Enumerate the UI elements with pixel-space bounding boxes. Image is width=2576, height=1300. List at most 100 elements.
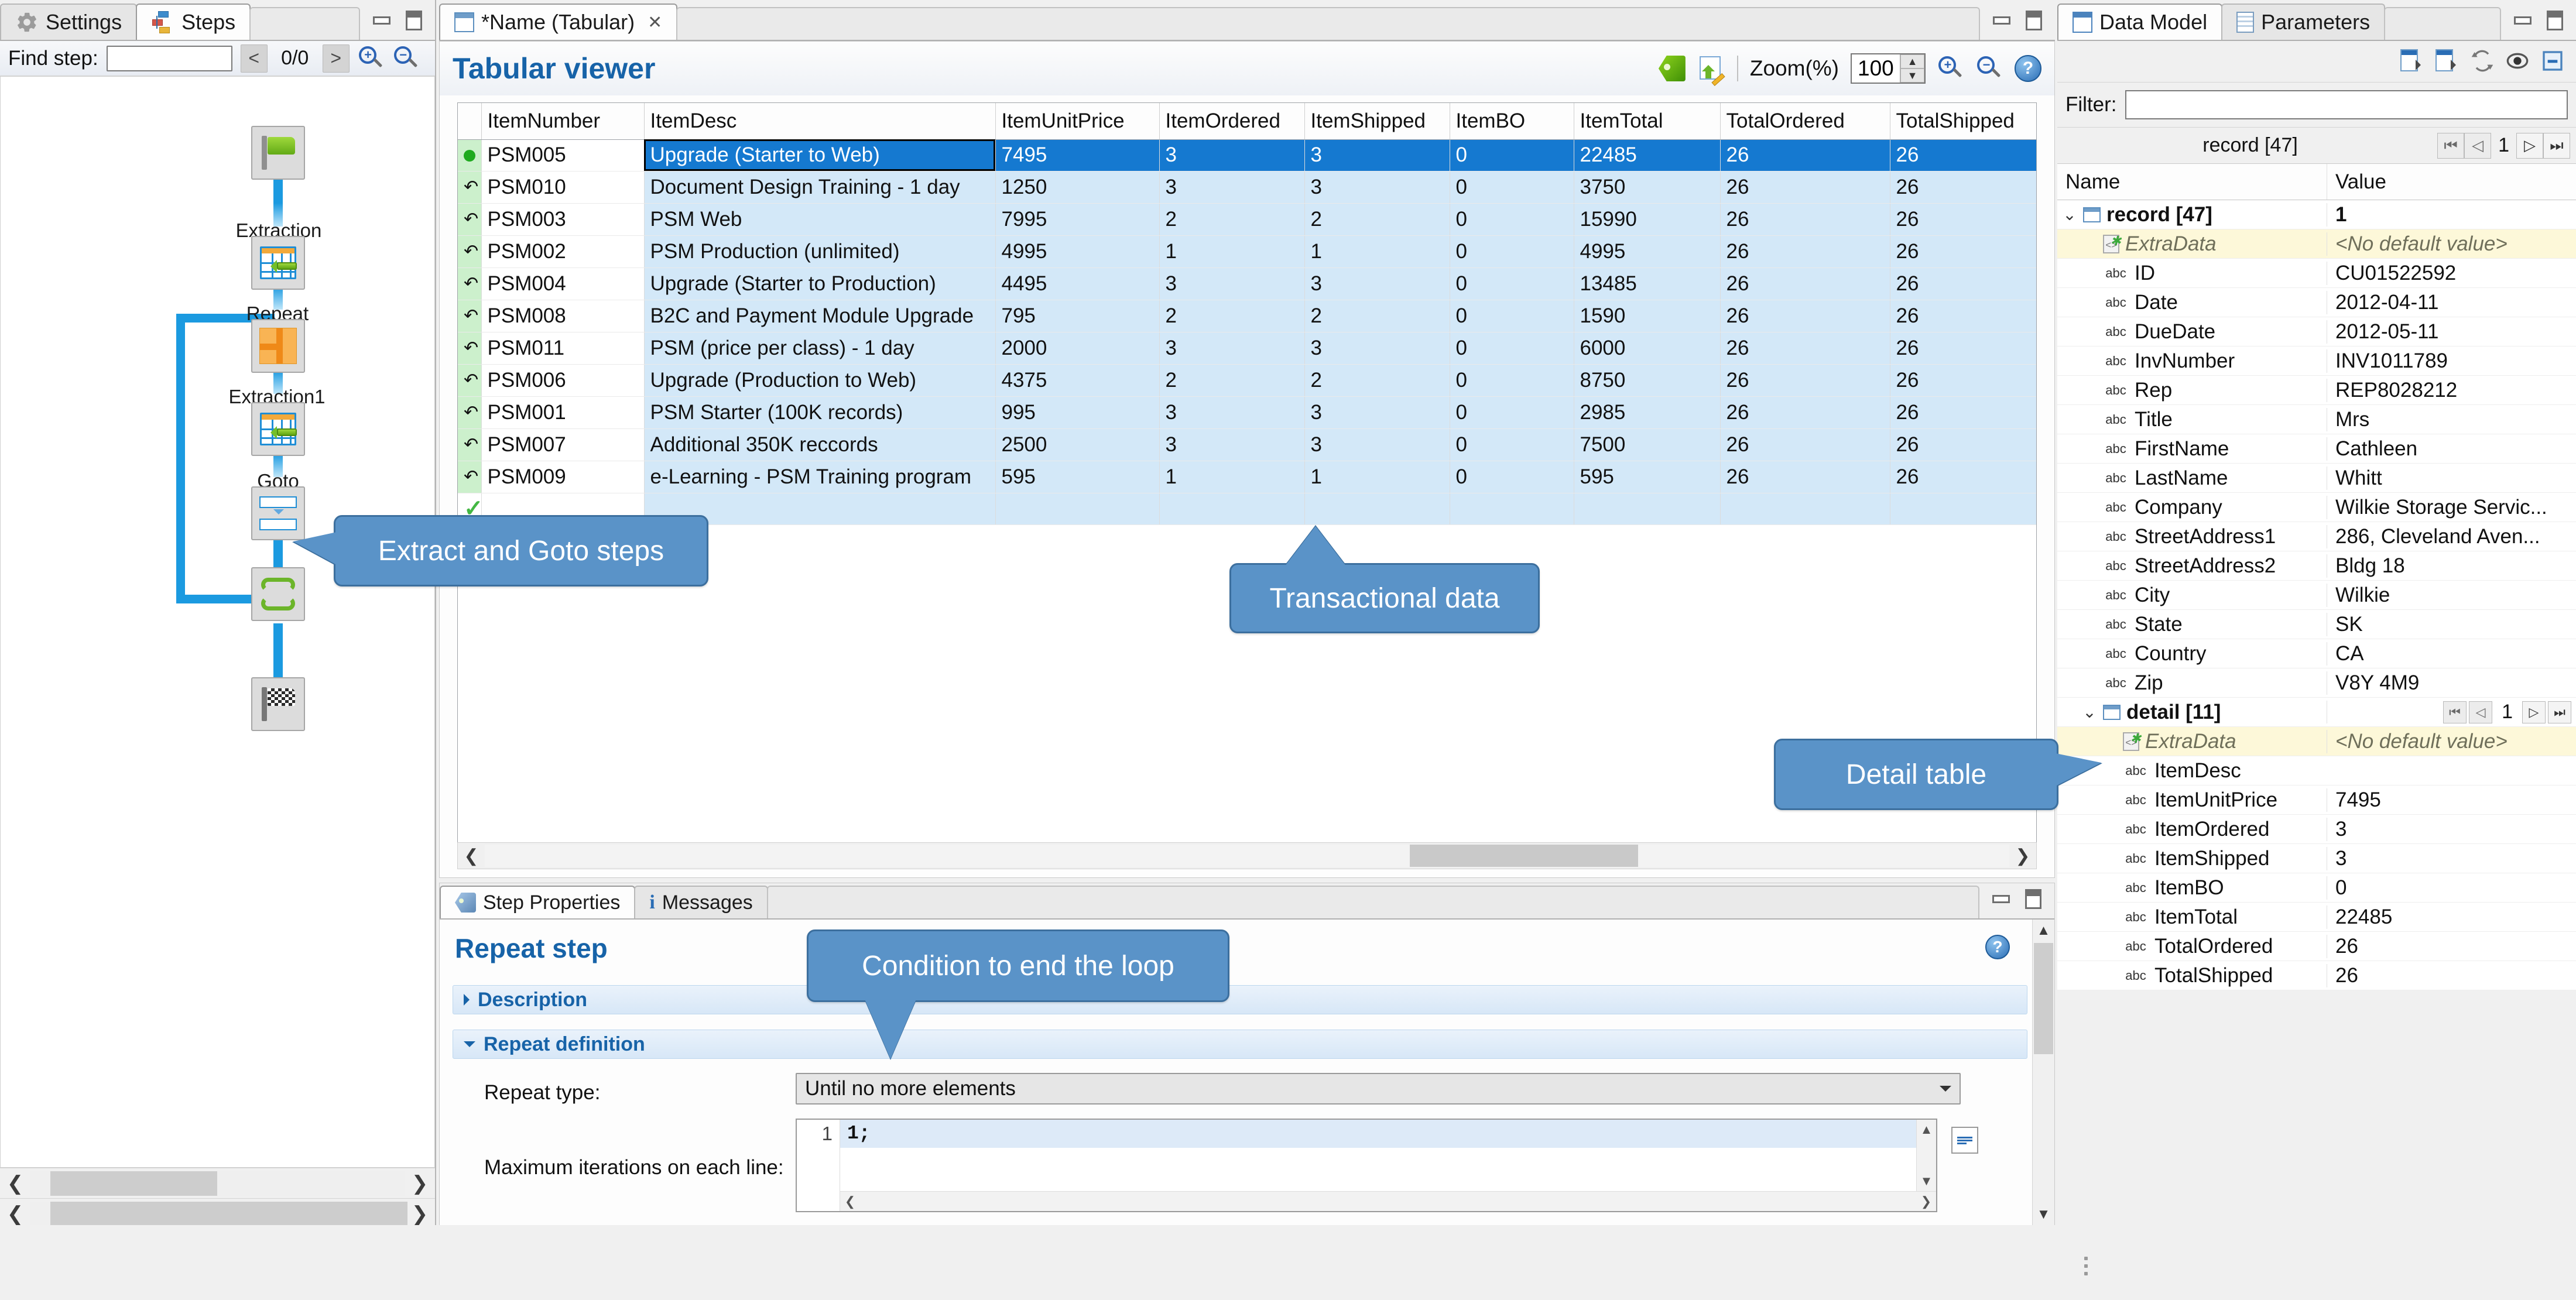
refresh-icon[interactable]	[2471, 49, 2495, 74]
maximize-icon[interactable]	[406, 11, 422, 30]
tree-item-value[interactable]: 7495	[2327, 788, 2576, 812]
cell-totalordered[interactable]: 26	[1720, 235, 1890, 268]
col-header-itemdesc[interactable]: ItemDesc	[644, 103, 996, 140]
tab-step-properties[interactable]: Step Properties	[440, 886, 636, 918]
tree-item-value[interactable]: 1	[2327, 203, 2576, 227]
cell-itemunitprice[interactable]: 1250	[995, 171, 1160, 204]
tree-item-value[interactable]: Wilkie Storage Servic...	[2327, 495, 2576, 519]
step-node-repeat[interactable]	[251, 319, 305, 373]
cell-totalordered[interactable]: 26	[1720, 139, 1890, 171]
steps-hscrollbar-outer[interactable]: ❮ ❯	[0, 1168, 435, 1198]
cell-totalshipped[interactable]: 26	[1890, 461, 2036, 493]
cell-itemshipped[interactable]: 3	[1304, 332, 1450, 365]
step-node-loop[interactable]	[251, 567, 305, 621]
cell-totalshipped[interactable]	[1890, 493, 2036, 525]
cell-itemnumber[interactable]: PSM008	[481, 300, 645, 332]
code-hscrollbar[interactable]: ❮ ❯	[840, 1191, 1936, 1211]
tab-messages[interactable]: i Messages	[634, 886, 768, 918]
col-header-itemtotal[interactable]: ItemTotal	[1574, 103, 1721, 140]
tree-leaf[interactable]: <> ✱ ExtraData <No default value>	[2057, 229, 2576, 259]
cell-totalordered[interactable]: 26	[1720, 267, 1890, 300]
cell-totalordered[interactable]: 26	[1720, 300, 1890, 332]
cell-itemnumber[interactable]: PSM005	[481, 139, 645, 171]
cell-itemordered[interactable]: 3	[1159, 332, 1305, 365]
tree-leaf[interactable]: abc ID CU01522592	[2057, 259, 2576, 288]
tree-leaf[interactable]: abc ItemOrdered 3	[2057, 815, 2576, 844]
cell-totalordered[interactable]: 26	[1720, 428, 1890, 461]
cell-itembo[interactable]: 0	[1450, 364, 1574, 397]
zoom-stepper-buttons[interactable]: ▲ ▼	[1900, 54, 1924, 83]
cell-itembo[interactable]: 0	[1450, 300, 1574, 332]
tree-item-value[interactable]: 2012-04-11	[2327, 290, 2576, 314]
cell-itemdesc[interactable]: PSM Production (unlimited)	[644, 235, 996, 268]
cell-itembo[interactable]: 0	[1450, 396, 1574, 429]
tree-leaf[interactable]: abc Rep REP8028212	[2057, 376, 2576, 405]
tree-leaf[interactable]: abc ItemShipped 3	[2057, 844, 2576, 873]
tree-item-value[interactable]: 26	[2327, 934, 2576, 958]
cell-itemtotal[interactable]: 3750	[1574, 171, 1721, 204]
cell-itemtotal[interactable]	[1574, 493, 1721, 525]
cell-itemshipped[interactable]: 2	[1304, 364, 1450, 397]
cell-totalshipped[interactable]: 26	[1890, 171, 2036, 204]
cell-itemshipped[interactable]: 3	[1304, 428, 1450, 461]
table-row[interactable]: ↶ PSM008 B2C and Payment Module Upgrade 795…	[458, 300, 2036, 332]
maximize-icon[interactable]	[2025, 889, 2041, 909]
cell-itembo[interactable]: 0	[1450, 428, 1574, 461]
cell-itemunitprice[interactable]: 595	[995, 461, 1160, 493]
scroll-down-icon[interactable]: ▼	[1917, 1171, 1936, 1191]
cell-itemtotal[interactable]: 13485	[1574, 267, 1721, 300]
tree-node[interactable]: ⌄ detail [11] ⏮ ◁ 1 ▷ ⏭	[2057, 698, 2576, 727]
tree-leaf[interactable]: abc FirstName Cathleen	[2057, 434, 2576, 464]
zoom-stepper[interactable]: ▲ ▼	[1851, 53, 1926, 84]
col-header-itemordered[interactable]: ItemOrdered	[1159, 103, 1305, 140]
find-step-input[interactable]	[106, 45, 232, 71]
tab-parameters[interactable]: Parameters	[2221, 4, 2386, 40]
cell-itemordered[interactable]: 3	[1159, 267, 1305, 300]
data-model-tree[interactable]: ⌄ record [47] 1 <> ✱ ExtraData <No default val…	[2057, 200, 2576, 990]
tree-leaf[interactable]: abc ItemBO 0	[2057, 873, 2576, 903]
first-record-button[interactable]: ⏮	[2437, 132, 2465, 159]
cell-itembo[interactable]: 0	[1450, 171, 1574, 204]
cell-itemordered[interactable]: 3	[1159, 396, 1305, 429]
tree-leaf[interactable]: abc DueDate 2012-05-11	[2057, 317, 2576, 347]
grid-hscrollbar[interactable]: ❮ ❯	[457, 842, 2037, 869]
scroll-track[interactable]	[30, 1201, 407, 1226]
find-prev-button[interactable]: <	[240, 44, 268, 73]
cell-totalshipped[interactable]: 26	[1890, 364, 2036, 397]
cell-totalordered[interactable]	[1720, 493, 1890, 525]
cell-itemordered[interactable]: 3	[1159, 139, 1305, 171]
cell-itemunitprice[interactable]: 7995	[995, 203, 1160, 236]
cell-itemnumber[interactable]: PSM006	[481, 364, 645, 397]
cell-itemnumber[interactable]: PSM004	[481, 267, 645, 300]
table-row[interactable]: ↶ PSM001 PSM Starter (100K records) 995 3 3 0 2…	[458, 396, 2036, 429]
prev-record-button[interactable]: ◁	[2469, 701, 2493, 723]
zoom-in-icon[interactable]: +	[1937, 55, 1964, 82]
minimize-icon[interactable]	[373, 16, 390, 25]
zoom-out-icon[interactable]: −	[1976, 55, 2003, 82]
steps-canvas[interactable]: Extraction Repeat Extraction1 Goto	[0, 76, 435, 1168]
tree-item-value[interactable]: <No default value>	[2327, 729, 2576, 753]
scroll-down-icon[interactable]: ▼	[2033, 1203, 2054, 1226]
tab-settings[interactable]: Settings	[0, 4, 138, 40]
last-record-button[interactable]: ⏭	[2548, 701, 2571, 723]
cell-itembo[interactable]: 0	[1450, 267, 1574, 300]
cell-itemunitprice[interactable]: 7495	[995, 139, 1160, 171]
cell-itemunitprice[interactable]: 4995	[995, 235, 1160, 268]
cell-itemtotal[interactable]: 2985	[1574, 396, 1721, 429]
table-row[interactable]: ↶ PSM010 Document Design Training - 1 day 1…	[458, 171, 2036, 204]
section-description[interactable]: Description	[453, 985, 2027, 1014]
cell-itemordered[interactable]: 2	[1159, 364, 1305, 397]
maximize-icon[interactable]	[2547, 11, 2563, 30]
tree-item-value[interactable]: V8Y 4M9	[2327, 671, 2576, 695]
tag-icon[interactable]	[1658, 56, 1686, 81]
scroll-right-icon[interactable]: ❯	[405, 1199, 435, 1229]
cell-itemordered[interactable]: 2	[1159, 203, 1305, 236]
tree-item-value[interactable]: 0	[2327, 876, 2576, 900]
scroll-right-icon[interactable]: ❯	[1916, 1194, 1936, 1209]
cell-itemshipped[interactable]: 1	[1304, 235, 1450, 268]
tree-item-value[interactable]: 2012-05-11	[2327, 320, 2576, 344]
add-attribute-icon[interactable]	[2435, 49, 2460, 74]
cell-itemtotal[interactable]: 22485	[1574, 139, 1721, 171]
cell-itemordered[interactable]: 3	[1159, 171, 1305, 204]
tree-item-value[interactable]: SK	[2327, 612, 2576, 636]
